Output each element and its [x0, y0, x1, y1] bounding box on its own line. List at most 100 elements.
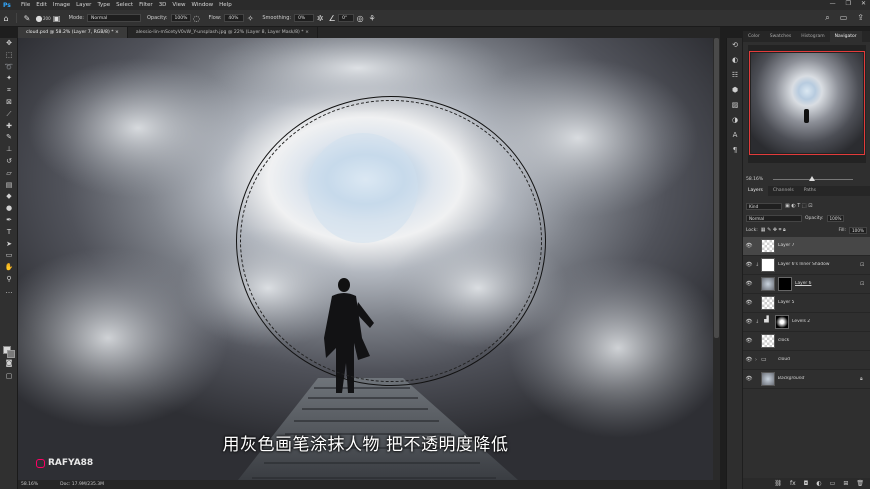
layer-mask-thumbnail[interactable] — [778, 276, 792, 291]
pressure-size-icon[interactable]: ◎ — [354, 14, 366, 23]
symmetry-icon[interactable]: ⚘ — [366, 14, 378, 23]
visibility-eye-icon[interactable]: 👁︎ — [743, 243, 755, 249]
navigator-view-box[interactable] — [749, 51, 865, 155]
opacity-pressure-icon[interactable]: ◌ — [191, 14, 203, 23]
minimize-button[interactable]: — — [830, 0, 836, 7]
marquee-tool-icon[interactable]: ⬚ — [0, 50, 18, 62]
menu-filter[interactable]: Filter — [136, 2, 156, 8]
image-icon[interactable]: ▨ — [727, 98, 743, 113]
fill-field[interactable]: 100% — [849, 226, 867, 234]
quick-select-tool-icon[interactable]: ✦ — [0, 73, 18, 85]
layer-name[interactable]: Layer 6 — [795, 281, 860, 286]
shape-tool-icon[interactable]: ▭ — [0, 250, 18, 262]
layer-name[interactable]: Layer 6's Inner Shadow — [778, 262, 860, 267]
styles-icon[interactable]: ◑ — [727, 113, 743, 128]
close-button[interactable]: ✕ — [861, 0, 866, 7]
menu-type[interactable]: Type — [94, 2, 113, 8]
layer-name[interactable]: Background — [778, 376, 860, 381]
eyedropper-tool-icon[interactable]: ⟋ — [0, 109, 18, 121]
flow-field[interactable]: 40% — [224, 14, 245, 22]
move-tool-icon[interactable]: ✥ — [0, 38, 18, 50]
canvas-vertical-scrollbar[interactable] — [713, 38, 720, 480]
share-icon[interactable]: ⇪ — [857, 13, 864, 23]
layer-name[interactable]: Layer 5 — [778, 300, 870, 305]
kind-filter-select[interactable]: Kind — [746, 202, 782, 210]
path-select-icon[interactable]: ➤ — [0, 239, 18, 251]
layer-row-layer-7[interactable]: 👁︎ Layer 7 — [743, 237, 870, 256]
opacity-field[interactable]: 100% — [170, 14, 191, 22]
layer-row-layer-6[interactable]: 👁︎ Layer 6 ⊡ — [743, 275, 870, 294]
visibility-eye-icon[interactable]: 👁︎ — [743, 281, 755, 287]
tab-paths[interactable]: Paths — [799, 186, 821, 196]
menu-file[interactable]: File — [18, 2, 33, 8]
layer-opacity-field[interactable]: 100% — [826, 214, 845, 222]
angle-field[interactable]: 0° — [338, 14, 355, 22]
dodge-tool-icon[interactable]: ● — [0, 203, 18, 215]
lock-icons[interactable]: ▦ ✎ ✥ ⌗ 🔒︎ — [761, 227, 786, 233]
layer-name[interactable]: Layer 7 — [778, 243, 870, 248]
menu-view[interactable]: View — [169, 2, 188, 8]
stamp-tool-icon[interactable]: ⊥ — [0, 144, 18, 156]
layer-name[interactable]: clock — [778, 338, 870, 343]
delete-layer-icon[interactable]: 🗑︎ — [856, 480, 864, 487]
smoothing-field[interactable]: 0% — [294, 14, 315, 22]
smoothing-settings-icon[interactable]: ✲ — [314, 14, 326, 23]
background-color-swatch[interactable] — [7, 350, 15, 358]
add-mask-icon[interactable]: ◘ — [804, 480, 809, 487]
tab-cloud-psd[interactable]: cloud.psd @ 58.2% (Layer 7, RGB/8) * × — [18, 27, 128, 38]
visibility-eye-icon[interactable]: 👁︎ — [743, 376, 755, 382]
history-icon[interactable]: ⟲ — [727, 38, 743, 53]
scrollbar-thumb[interactable] — [714, 38, 719, 338]
menu-help[interactable]: Help — [216, 2, 235, 8]
menu-edit[interactable]: Edit — [33, 2, 50, 8]
menu-image[interactable]: Image — [50, 2, 73, 8]
menu-window[interactable]: Window — [188, 2, 216, 8]
airbrush-icon[interactable]: ✧ — [244, 14, 256, 23]
tab-layers[interactable]: Layers — [743, 186, 768, 196]
link-layers-icon[interactable]: ⛓ — [774, 480, 782, 487]
properties-icon[interactable]: ☷ — [727, 68, 743, 83]
visibility-eye-icon[interactable]: 👁︎ — [743, 338, 755, 344]
menu-select[interactable]: Select — [113, 2, 136, 8]
healing-tool-icon[interactable]: ✚ — [0, 121, 18, 133]
layer-row-levels-2[interactable]: 👁︎ ↓ ▟ Levels 2 — [743, 313, 870, 332]
visibility-eye-icon[interactable]: 👁︎ — [743, 319, 755, 325]
navigator-preview[interactable] — [748, 45, 866, 163]
search-icon[interactable]: ⌕ — [825, 13, 829, 23]
menu-layer[interactable]: Layer — [73, 2, 94, 8]
new-group-icon[interactable]: ▭ — [830, 480, 836, 487]
brush-tool-icon-left[interactable]: ✎ — [0, 132, 18, 144]
mode-select[interactable]: Normal — [86, 14, 141, 22]
quick-mask-icon[interactable]: ◙ — [0, 358, 18, 370]
history-brush-icon[interactable]: ↺ — [0, 156, 18, 168]
layer-row-background[interactable]: 👁︎ Background 🔒︎ — [743, 370, 870, 389]
visibility-eye-icon[interactable]: 👁︎ — [743, 357, 755, 363]
character-icon[interactable]: A — [727, 128, 743, 143]
more-tools-icon[interactable]: … — [0, 286, 18, 298]
tab-unsplash-jpg[interactable]: alessio-lin-mScetyV0vW_Y-unsplash.jpg @ … — [128, 27, 318, 38]
status-zoom[interactable]: 58.16% — [21, 480, 38, 489]
blur-tool-icon[interactable]: ◆ — [0, 191, 18, 203]
visibility-eye-icon[interactable]: 👁︎ — [743, 300, 755, 306]
paragraph-icon[interactable]: ¶ — [727, 143, 743, 158]
gradient-tool-icon[interactable]: ▤ — [0, 180, 18, 192]
new-layer-icon[interactable]: ⊞ — [843, 480, 848, 487]
blend-mode-select[interactable]: Normal — [746, 214, 802, 222]
fx-icon[interactable]: fx — [790, 480, 796, 487]
navigator-slider-knob[interactable] — [809, 176, 815, 181]
layer-row-layer-5[interactable]: 👁︎ Layer 5 — [743, 294, 870, 313]
layer-row-clock[interactable]: 👁︎ clock — [743, 332, 870, 351]
3d-icon[interactable]: ⬢ — [727, 83, 743, 98]
hand-tool-icon[interactable]: ✋ — [0, 262, 18, 274]
home-icon[interactable]: ⌂ — [0, 14, 12, 23]
navigator-zoom-value[interactable]: 58.16% — [746, 177, 763, 182]
brush-settings-icon[interactable]: ▣ — [51, 14, 63, 23]
crop-tool-icon[interactable]: ⌗ — [0, 85, 18, 97]
document-canvas[interactable]: 用灰色画笔涂抹人物 把不透明度降低 RAFYA88 — [18, 38, 713, 480]
lock-icon[interactable]: 🔒︎ — [860, 376, 870, 382]
filter-icons[interactable]: ▣ ◐ T ⬚ ⊡ — [785, 203, 812, 209]
zoom-tool-icon[interactable]: ⚲ — [0, 274, 18, 286]
eraser-tool-icon[interactable]: ▱ — [0, 168, 18, 180]
layer-row-cloud-group[interactable]: 👁︎ › ▭ cloud — [743, 351, 870, 370]
tab-color[interactable]: Color — [743, 31, 765, 42]
